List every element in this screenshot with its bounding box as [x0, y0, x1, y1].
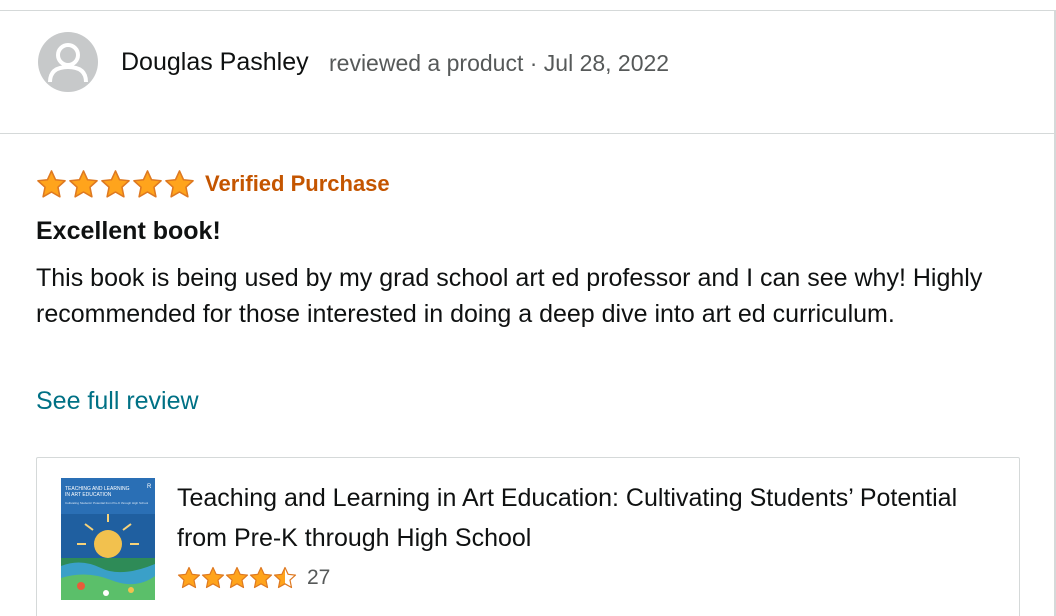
cover-title-line2: IN ART EDUCATION: [65, 492, 112, 498]
star-icon: [177, 566, 201, 590]
star-icon: [201, 566, 225, 590]
star-icon: [164, 169, 195, 200]
see-full-review-link[interactable]: See full review: [36, 387, 199, 416]
verified-purchase-badge: Verified Purchase: [205, 171, 390, 196]
review-card: Douglas Pashley reviewed a product · Jul…: [0, 0, 1056, 616]
star-icon: [36, 169, 67, 200]
review-meta: reviewed a product · Jul 28, 2022: [329, 50, 670, 76]
product-stars: [177, 566, 297, 590]
avatar-icon[interactable]: [38, 32, 98, 92]
product-cover-image[interactable]: TEACHING AND LEARNING IN ART EDUCATION C…: [61, 478, 155, 600]
reviewer-name[interactable]: Douglas Pashley: [121, 48, 309, 77]
top-divider: [0, 10, 1056, 11]
header-divider: [0, 133, 1054, 134]
product-rating-row: 27: [177, 565, 330, 591]
product-card[interactable]: TEACHING AND LEARNING IN ART EDUCATION C…: [36, 457, 1020, 616]
review-title: Excellent book!: [36, 217, 221, 245]
review-stars: [36, 169, 195, 200]
star-icon: [100, 169, 131, 200]
star-icon: [132, 169, 163, 200]
half-star-icon: [273, 566, 297, 590]
star-icon: [68, 169, 99, 200]
review-body: This book is being used by my grad schoo…: [36, 264, 983, 328]
star-icon: [249, 566, 273, 590]
review-rating-row: Verified Purchase: [36, 167, 390, 201]
product-rating-count[interactable]: 27: [307, 566, 330, 590]
product-title[interactable]: Teaching and Learning in Art Education: …: [177, 478, 997, 558]
cover-subtitle: Cultivating Students' Potential from Pre…: [65, 501, 148, 505]
star-icon: [225, 566, 249, 590]
cover-publisher-mark: R: [147, 484, 152, 490]
